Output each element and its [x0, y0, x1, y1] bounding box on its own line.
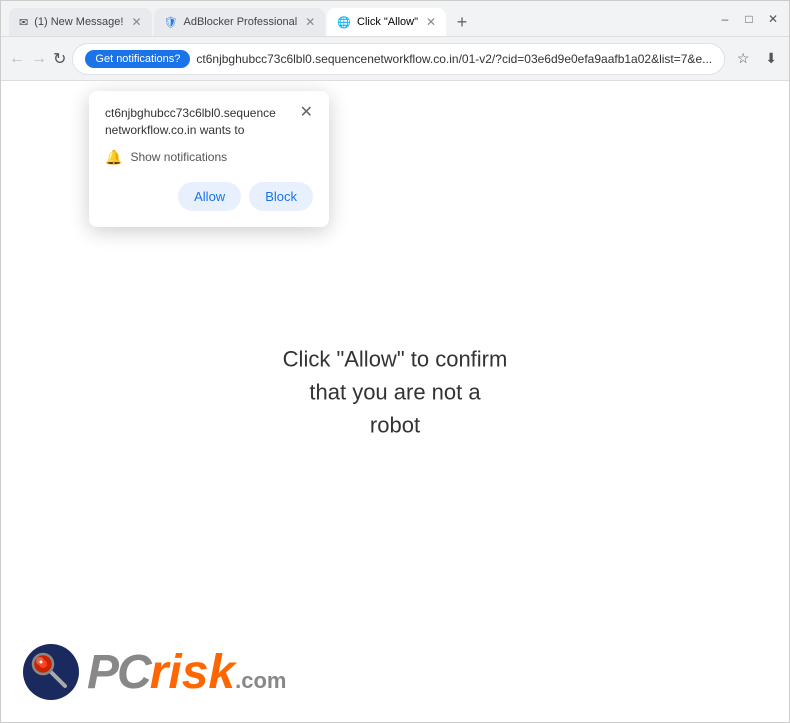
notification-chip[interactable]: Get notifications?	[85, 50, 190, 68]
main-text-line3: robot	[283, 408, 508, 441]
allow-button[interactable]: Allow	[178, 182, 241, 211]
popup-permission-text: Show notifications	[130, 150, 227, 164]
address-bar: ← → ↻ Get notifications? ct6njbghubcc73c…	[1, 37, 789, 81]
pcrisk-logo: PCrisk.com	[21, 642, 286, 702]
toolbar-icons: ☆ ⬇ 👤 ⋮	[731, 47, 790, 71]
address-url: ct6njbghubcc73c6lbl0.sequencenetworkflow…	[196, 52, 712, 66]
tab-adblocker-close[interactable]: ✕	[305, 15, 315, 29]
title-bar: ✉ (1) New Message! ✕ 🛡 AdBlocker Profess…	[1, 1, 789, 37]
tab-click-allow[interactable]: 🌐 Click "Allow" ✕	[327, 8, 446, 36]
address-input-wrap[interactable]: Get notifications? ct6njbghubcc73c6lbl0.…	[72, 43, 725, 75]
tab-new-message[interactable]: ✉ (1) New Message! ✕	[9, 8, 152, 36]
tab-click-allow-close[interactable]: ✕	[426, 15, 436, 29]
popup-site-line2: networkflow.co.in wants to	[105, 123, 244, 137]
bookmark-icon[interactable]: ☆	[731, 47, 755, 71]
notification-popup: ct6njbghubcc73c6lbl0.sequence networkflo…	[89, 91, 329, 227]
popup-close-button[interactable]: ✕	[300, 105, 313, 121]
tab-adblocker[interactable]: 🛡 AdBlocker Professional ✕	[154, 8, 326, 36]
main-text-line1: Click "Allow" to confirm	[283, 342, 508, 375]
main-page-text: Click "Allow" to confirm that you are no…	[283, 342, 508, 441]
block-button[interactable]: Block	[249, 182, 313, 211]
window-controls: – □ ✕	[717, 11, 781, 27]
back-button[interactable]: ←	[9, 45, 25, 73]
tab-click-allow-label: Click "Allow"	[357, 16, 418, 28]
popup-permission-row: 🔔 Show notifications	[105, 149, 313, 166]
reload-button[interactable]: ↻	[53, 45, 66, 73]
download-icon[interactable]: ⬇	[759, 47, 783, 71]
popup-header: ct6njbghubcc73c6lbl0.sequence networkflo…	[105, 105, 313, 139]
pcrisk-pc-text: PC	[87, 646, 150, 699]
minimize-button[interactable]: –	[717, 11, 733, 27]
popup-site-name: ct6njbghubcc73c6lbl0.sequence networkflo…	[105, 105, 292, 139]
tab-new-message-close[interactable]: ✕	[131, 15, 141, 29]
close-button[interactable]: ✕	[765, 11, 781, 27]
tab-adblocker-label: AdBlocker Professional	[184, 16, 298, 28]
browser-frame: ✉ (1) New Message! ✕ 🛡 AdBlocker Profess…	[0, 0, 790, 723]
bell-icon: 🔔	[105, 149, 122, 166]
pcrisk-icon	[21, 642, 81, 702]
popup-site-line1: ct6njbghubcc73c6lbl0.sequence	[105, 106, 276, 120]
forward-button[interactable]: →	[31, 45, 47, 73]
pcrisk-risk-text: risk	[150, 646, 235, 699]
new-tab-button[interactable]: +	[448, 8, 476, 36]
popup-actions: Allow Block	[105, 182, 313, 211]
pcrisk-text-group: PCrisk.com	[87, 645, 286, 700]
main-text-line2: that you are not a	[283, 375, 508, 408]
page-content: ct6njbghubcc73c6lbl0.sequence networkflo…	[1, 81, 789, 722]
tab-new-message-label: (1) New Message!	[34, 16, 123, 28]
maximize-button[interactable]: □	[741, 11, 757, 27]
tabs-area: ✉ (1) New Message! ✕ 🛡 AdBlocker Profess…	[9, 1, 709, 36]
pcrisk-com-text: .com	[235, 668, 286, 693]
